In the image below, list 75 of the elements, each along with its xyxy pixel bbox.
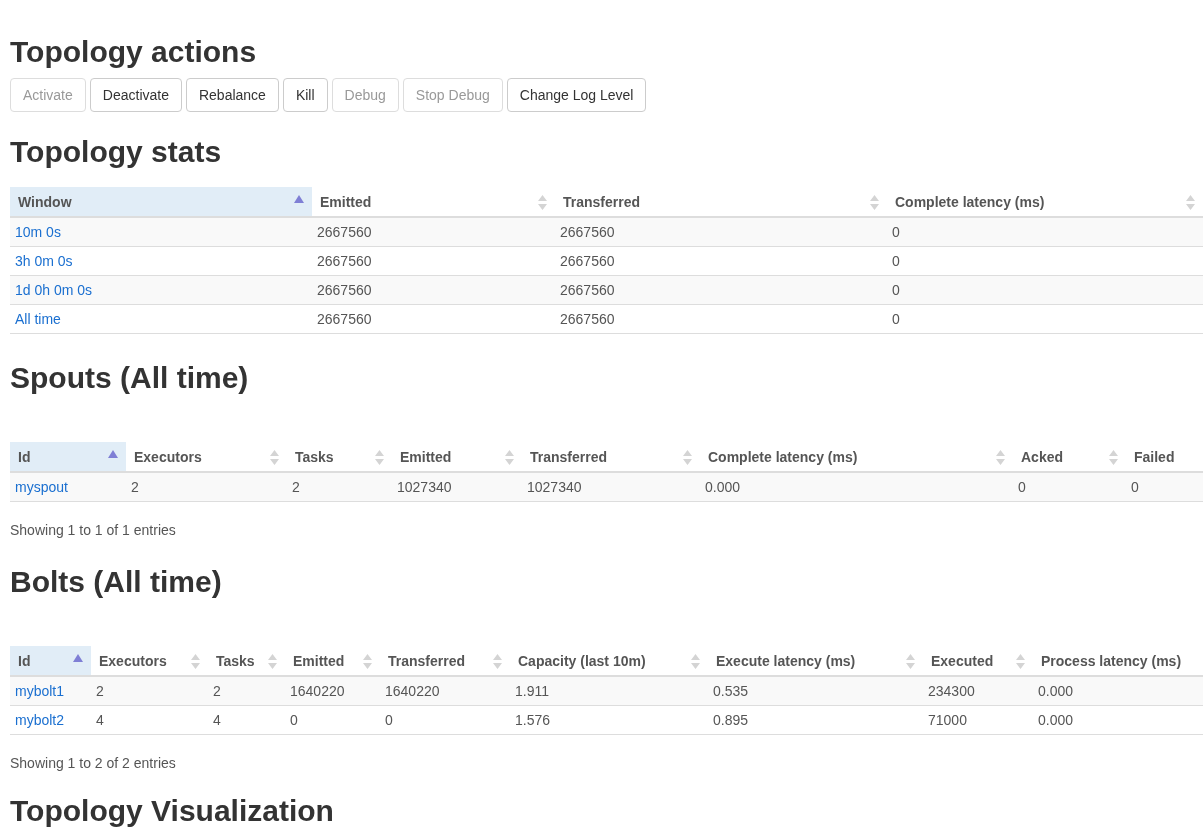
section-heading: Topology actions [10,34,258,70]
table-cell: 2 [208,676,285,706]
table-cell: 2 [91,676,208,706]
table-link[interactable]: 10m 0s [10,217,312,247]
table-cell: 1640220 [285,676,380,706]
sort-icon[interactable] [870,195,879,210]
sort-icon[interactable] [1016,654,1025,669]
sort-icon[interactable] [363,654,372,669]
table-cell: 1.911 [510,676,708,706]
sort-icon[interactable] [538,195,547,210]
section-heading: Topology Visualization [10,793,335,829]
table-cell: 2 [287,472,392,502]
section-heading: Topology stats [10,134,223,170]
sort-icon[interactable] [268,654,277,669]
action-button[interactable]: Deactivate [89,78,182,112]
section-heading: Bolts (All time) [10,564,223,600]
table-cell: 0.535 [708,676,923,706]
table-cell: 2667560 [312,304,555,334]
table-link[interactable]: All time [10,304,312,334]
table-cell: 4 [208,705,285,735]
sort-icon[interactable] [996,450,1005,465]
table-cell: 0 [1126,472,1203,502]
table-cell: 0.000 [1033,676,1203,706]
entries-info: Showing 1 to 2 of 2 entries [10,755,177,771]
sort-icon[interactable] [1109,450,1118,465]
sort-icon[interactable] [375,450,384,465]
table-cell: 2667560 [312,217,555,247]
table-cell: 0 [1013,472,1126,502]
table-cell: 2667560 [555,304,887,334]
table-cell: 0 [887,304,1203,334]
sort-ascending-icon[interactable] [294,195,304,203]
table-cell: 4 [91,705,208,735]
sort-icon[interactable] [505,450,514,465]
sort-icon[interactable] [1186,195,1195,210]
table-cell: 0 [887,246,1203,276]
action-button[interactable]: Rebalance [185,78,279,112]
table-cell: 2 [126,472,287,502]
table-cell: 2667560 [312,246,555,276]
sort-icon[interactable] [906,654,915,669]
sort-icon[interactable] [691,654,700,669]
table-cell: 0.895 [708,705,923,735]
table-cell: 0 [285,705,380,735]
table-cell: 2667560 [555,246,887,276]
table-link[interactable]: 3h 0m 0s [10,246,312,276]
table-cell: 1640220 [380,676,510,706]
table-cell: 2667560 [312,275,555,305]
table-cell: 0 [380,705,510,735]
sort-icon[interactable] [191,654,200,669]
section-heading: Spouts (All time) [10,360,250,396]
table-link[interactable]: mybolt2 [10,705,91,735]
table-link[interactable]: mybolt1 [10,676,91,706]
table-cell: 71000 [923,705,1033,735]
entries-info: Showing 1 to 1 of 1 entries [10,522,177,538]
table-cell: 1.576 [510,705,708,735]
sort-icon[interactable] [493,654,502,669]
action-button[interactable]: Kill [282,78,328,112]
sort-icon[interactable] [270,450,279,465]
sort-ascending-icon[interactable] [108,450,118,458]
table-cell: 2667560 [555,275,887,305]
table-cell: 1027340 [392,472,522,502]
table-cell: 0 [887,217,1203,247]
column-header[interactable]: Id [10,442,126,472]
table-cell: 234300 [923,676,1033,706]
table-cell: 0.000 [1033,705,1203,735]
table-cell: 2667560 [555,217,887,247]
sort-ascending-icon[interactable] [73,654,83,662]
table-cell: 0.000 [700,472,1013,502]
table-link[interactable]: 1d 0h 0m 0s [10,275,312,305]
sort-icon[interactable] [683,450,692,465]
table-link[interactable]: myspout [10,472,126,502]
action-button[interactable]: Change Log Level [506,78,647,112]
table-cell: 0 [887,275,1203,305]
column-header[interactable]: Id [10,646,91,676]
column-header[interactable]: Window [10,187,312,217]
table-cell: 1027340 [522,472,700,502]
